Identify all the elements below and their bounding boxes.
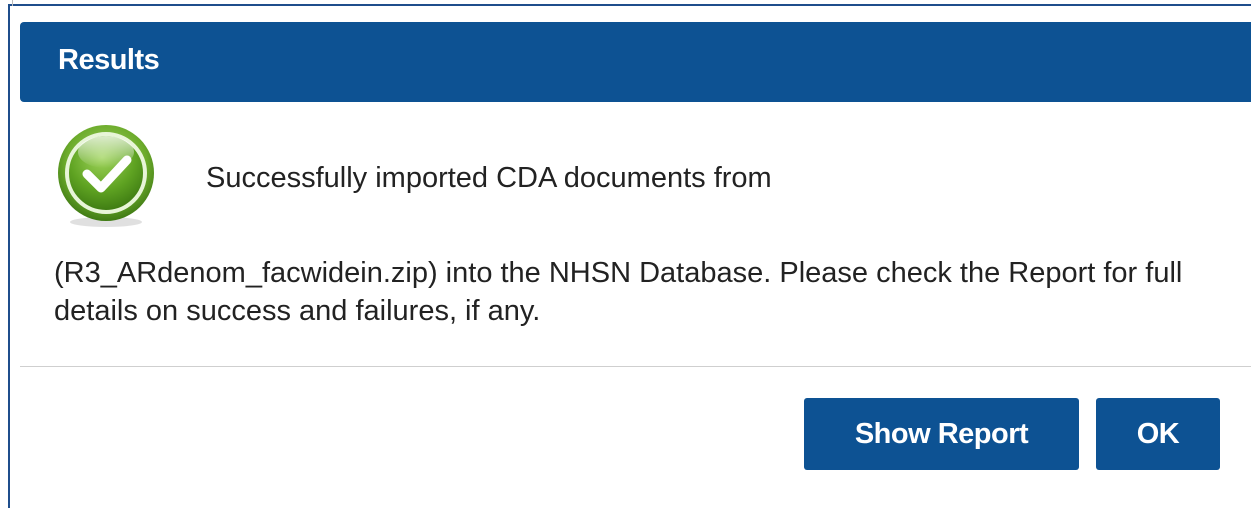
show-report-button[interactable]: Show Report [804, 398, 1079, 470]
dialog-header: Results [20, 22, 1251, 102]
frame-top-border [8, 4, 1251, 6]
ok-button[interactable]: OK [1096, 398, 1220, 470]
page-frame: Results Successfully imported CDA docume… [0, 0, 1251, 508]
frame-tick [12, 0, 13, 6]
frame-left-border [8, 4, 10, 508]
footer-divider [20, 366, 1251, 367]
results-dialog: Results Successfully imported CDA docume… [20, 22, 1251, 508]
success-check-icon [53, 122, 159, 228]
message-text-body: (R3_ARdenom_facwidein.zip) into the NHSN… [54, 257, 1183, 327]
dialog-title: Results [58, 44, 160, 76]
message-text-line1: Successfully imported CDA documents from [206, 162, 772, 194]
